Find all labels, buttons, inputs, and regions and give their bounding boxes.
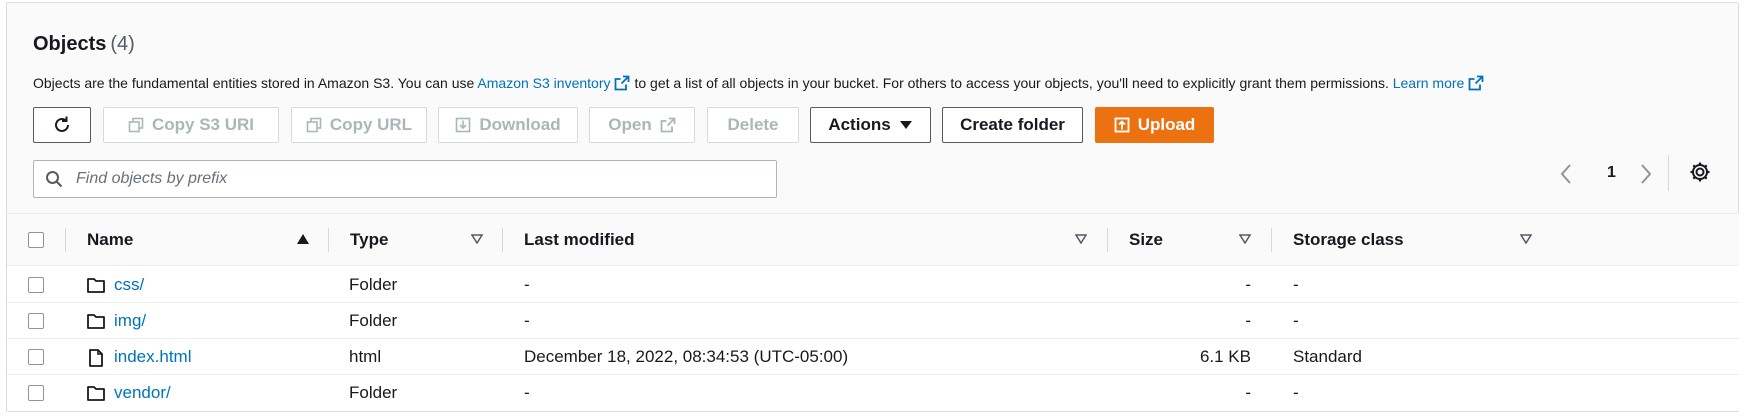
previous-page-icon[interactable] bbox=[1559, 163, 1573, 185]
learn-more-link[interactable]: Learn more bbox=[1393, 75, 1489, 91]
pager-divider bbox=[1668, 155, 1669, 191]
objects-count: (4) bbox=[110, 33, 135, 55]
column-divider bbox=[1107, 228, 1108, 252]
copy-url-label: Copy URL bbox=[329, 115, 413, 134]
column-header-storage-class[interactable]: Storage class bbox=[1293, 214, 1404, 266]
page-title: Objects bbox=[33, 33, 107, 55]
column-header-name[interactable]: Name bbox=[87, 214, 133, 266]
object-storage-class: Standard bbox=[1293, 347, 1362, 366]
actions-dropdown[interactable]: Actions bbox=[810, 107, 931, 143]
object-type: Folder bbox=[349, 311, 398, 330]
description-text-2: to get a list of all objects in your buc… bbox=[634, 75, 1389, 91]
create-folder-button[interactable]: Create folder bbox=[942, 107, 1083, 143]
object-name-link[interactable]: img/ bbox=[114, 311, 146, 331]
column-header-size[interactable]: Size bbox=[1129, 214, 1163, 266]
folder-icon bbox=[87, 278, 105, 293]
copy-s3-uri-label: Copy S3 URI bbox=[151, 115, 255, 134]
select-all-checkbox[interactable] bbox=[28, 232, 44, 248]
row-checkbox[interactable] bbox=[28, 385, 44, 401]
copy-s3-uri-button[interactable]: Copy S3 URI bbox=[103, 107, 279, 143]
download-label: Download bbox=[479, 115, 561, 134]
sort-caret-icon[interactable] bbox=[1075, 234, 1087, 244]
object-type: Folder bbox=[349, 275, 398, 294]
caret-down-icon bbox=[899, 121, 912, 129]
copy-icon bbox=[128, 117, 144, 133]
open-label: Open bbox=[608, 115, 652, 134]
gear-icon[interactable] bbox=[1689, 161, 1711, 183]
column-header-type[interactable]: Type bbox=[350, 214, 388, 266]
search-box bbox=[33, 160, 777, 198]
external-link-icon bbox=[1468, 75, 1484, 91]
table-row[interactable]: index.html html December 18, 2022, 08:34… bbox=[7, 339, 1739, 375]
learn-more-label: Learn more bbox=[1392, 75, 1465, 91]
row-checkbox[interactable] bbox=[28, 349, 44, 365]
file-icon bbox=[89, 349, 103, 367]
refresh-icon bbox=[55, 116, 69, 132]
search-icon bbox=[46, 171, 63, 188]
row-checkbox[interactable] bbox=[28, 277, 44, 293]
object-name-link[interactable]: index.html bbox=[114, 347, 191, 367]
row-checkbox[interactable] bbox=[28, 313, 44, 329]
external-link-icon bbox=[615, 75, 630, 91]
object-name-link[interactable]: css/ bbox=[114, 275, 144, 295]
object-last-modified: - bbox=[524, 383, 530, 402]
next-page-icon[interactable] bbox=[1639, 163, 1653, 185]
column-last-modified-label: Last modified bbox=[524, 230, 635, 249]
object-last-modified: - bbox=[524, 275, 530, 294]
sort-ascending-icon[interactable] bbox=[297, 234, 309, 244]
actions-label: Actions bbox=[828, 115, 891, 134]
object-size: - bbox=[1245, 275, 1251, 294]
object-last-modified: December 18, 2022, 08:34:53 (UTC-05:00) bbox=[524, 347, 849, 366]
search-input[interactable] bbox=[74, 165, 764, 193]
download-icon bbox=[456, 117, 471, 133]
sort-caret-icon[interactable] bbox=[1520, 234, 1532, 244]
table-row[interactable]: css/ Folder - - - bbox=[7, 267, 1739, 303]
sort-caret-icon[interactable] bbox=[471, 234, 483, 244]
table-header: Name Type Last modified Size Storage cla… bbox=[7, 214, 1739, 266]
object-name-link[interactable]: vendor/ bbox=[114, 383, 171, 403]
column-divider bbox=[328, 228, 329, 252]
column-size-label: Size bbox=[1129, 230, 1164, 249]
object-size: - bbox=[1245, 311, 1251, 330]
create-folder-label: Create folder bbox=[960, 115, 1065, 134]
object-last-modified: - bbox=[524, 311, 530, 330]
column-storage-class-label: Storage class bbox=[1293, 230, 1404, 249]
objects-description: Objects are the fundamental entities sto… bbox=[33, 75, 1488, 91]
current-page-number[interactable]: 1 bbox=[1607, 164, 1616, 182]
column-divider bbox=[65, 228, 66, 252]
object-type: html bbox=[349, 347, 382, 366]
s3-inventory-link[interactable]: Amazon S3 inventory bbox=[477, 75, 634, 91]
delete-button[interactable]: Delete bbox=[707, 107, 799, 143]
table-row[interactable]: vendor/ Folder - - - bbox=[7, 375, 1739, 411]
object-size: - bbox=[1245, 383, 1251, 402]
folder-icon bbox=[87, 314, 105, 329]
column-divider bbox=[502, 228, 503, 252]
column-name-label: Name bbox=[87, 230, 134, 249]
download-button[interactable]: Download bbox=[438, 107, 578, 143]
table-row[interactable]: img/ Folder - - - bbox=[7, 303, 1739, 339]
sort-caret-icon[interactable] bbox=[1239, 234, 1251, 244]
delete-label: Delete bbox=[727, 115, 779, 134]
column-type-label: Type bbox=[350, 230, 389, 249]
object-storage-class: - bbox=[1293, 275, 1299, 294]
external-link-icon bbox=[660, 117, 676, 133]
description-text-1: Objects are the fundamental entities sto… bbox=[33, 75, 475, 91]
objects-header: Objects (4) bbox=[33, 33, 135, 56]
upload-icon bbox=[1114, 117, 1130, 133]
object-storage-class: - bbox=[1293, 383, 1299, 402]
upload-button[interactable]: Upload bbox=[1095, 107, 1214, 143]
copy-icon bbox=[306, 117, 322, 133]
objects-table: Name Type Last modified Size Storage cla… bbox=[7, 213, 1739, 411]
copy-url-button[interactable]: Copy URL bbox=[291, 107, 427, 143]
upload-label: Upload bbox=[1137, 115, 1196, 134]
object-type: Folder bbox=[349, 383, 398, 402]
object-storage-class: - bbox=[1293, 311, 1299, 330]
column-header-last-modified[interactable]: Last modified bbox=[524, 214, 635, 266]
open-button[interactable]: Open bbox=[589, 107, 695, 143]
object-size: 6.1 KB bbox=[1199, 347, 1251, 366]
s3-inventory-link-label: Amazon S3 inventory bbox=[477, 75, 611, 91]
refresh-button[interactable] bbox=[33, 107, 91, 143]
folder-icon bbox=[87, 386, 105, 401]
column-divider bbox=[1271, 228, 1272, 252]
